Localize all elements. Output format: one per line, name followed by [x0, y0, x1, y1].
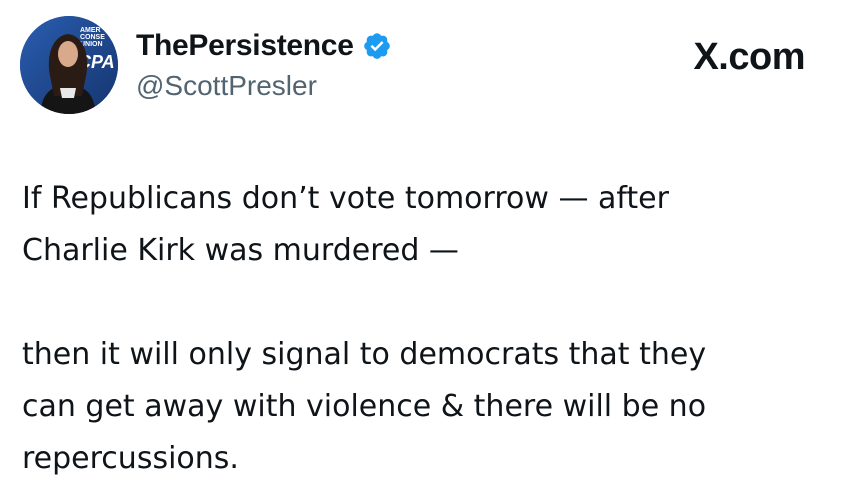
- tweet-line: repercussions.: [22, 441, 239, 476]
- x-com-brand: X.com: [693, 36, 805, 78]
- avatar[interactable]: AMER CONSE UNION CPA: [20, 16, 118, 114]
- avatar-sign-line-2: CONSE: [80, 34, 105, 41]
- tweet-line: Charlie Kirk was murdered —: [22, 233, 459, 268]
- avatar-image: AMER CONSE UNION CPA: [20, 16, 118, 114]
- avatar-sign-line-1: AMER: [80, 27, 101, 34]
- display-name-row: ThePersistence: [136, 28, 392, 64]
- tweet-text: If Republicans don’t vote tomorrow — aft…: [22, 173, 822, 485]
- tweet-line: then it will only signal to democrats th…: [22, 337, 707, 372]
- tweet-line: If Republicans don’t vote tomorrow — aft…: [22, 181, 669, 216]
- author-names: ThePersistence @ScottPresler: [136, 28, 392, 102]
- display-name[interactable]: ThePersistence: [136, 29, 354, 63]
- verified-badge-icon: [362, 31, 392, 61]
- user-handle[interactable]: @ScottPresler: [136, 70, 392, 102]
- tweet-header: AMER CONSE UNION CPA ThePersistence @Sco…: [20, 16, 831, 120]
- tweet-line: can get away with violence & there will …: [22, 389, 707, 424]
- tweet-card: AMER CONSE UNION CPA ThePersistence @Sco…: [0, 0, 851, 503]
